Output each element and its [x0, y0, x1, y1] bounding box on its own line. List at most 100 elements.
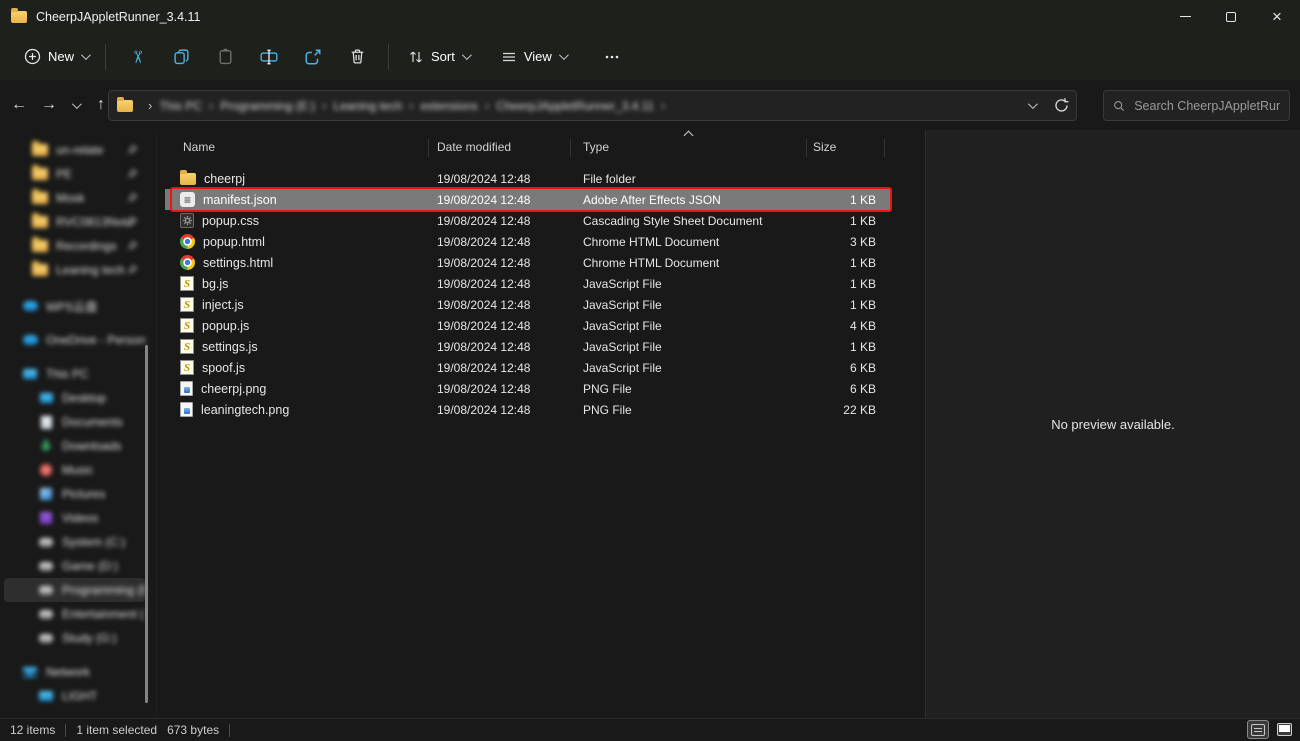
file-row-cheerpj-png[interactable]: cheerpj.png19/08/2024 12:48PNG File6 KB: [165, 378, 890, 399]
column-resize-handle[interactable]: [806, 139, 807, 157]
details-view-button[interactable]: [1247, 720, 1269, 739]
sidebar-item-downloads[interactable]: Downloads: [4, 434, 145, 458]
sidebar-item-study-g[interactable]: Study (G:): [4, 626, 145, 650]
refresh-icon[interactable]: [1053, 97, 1070, 114]
column-header-date-modified[interactable]: Date modified: [437, 140, 511, 154]
file-row-spoof-js[interactable]: Sspoof.js19/08/2024 12:48JavaScript File…: [165, 357, 890, 378]
recent-locations-button[interactable]: [64, 90, 86, 120]
sidebar-item-this-pc[interactable]: This PC: [4, 362, 145, 386]
sidebar-item-documents[interactable]: Documents: [4, 410, 145, 434]
sidebar-item-light[interactable]: LIGHT: [4, 684, 145, 708]
share-button[interactable]: [291, 39, 335, 75]
copy-icon: [173, 48, 190, 65]
file-row-manifest-json[interactable]: ≡manifest.json19/08/2024 12:48Adobe Afte…: [165, 189, 890, 210]
sidebar-item-pictures[interactable]: Pictures: [4, 482, 145, 506]
file-date-modified: 19/08/2024 12:48: [437, 172, 583, 186]
breadcrumb-separator: ›: [409, 99, 413, 112]
breadcrumb-item-this-pc[interactable]: This PC: [159, 99, 202, 113]
sidebar-item-rvc0813nvid[interactable]: RVC0813Nvid: [4, 210, 145, 234]
js-file-icon: S: [180, 276, 194, 291]
file-rows: cheerpj19/08/2024 12:48File folder≡manif…: [165, 162, 890, 420]
sort-button[interactable]: Sort: [398, 43, 479, 71]
file-date-modified: 19/08/2024 12:48: [437, 193, 583, 207]
close-button[interactable]: ×: [1254, 0, 1300, 33]
plus-circle-icon: [24, 48, 41, 65]
file-type: Chrome HTML Document: [583, 235, 806, 249]
sidebar-item-pe[interactable]: PE: [4, 162, 145, 186]
sidebar-item-entertainment-f[interactable]: Entertainment (F:): [4, 602, 145, 626]
back-button[interactable]: ←: [4, 90, 34, 120]
sidebar-item-label: Desktop: [62, 391, 106, 405]
file-date-modified: 19/08/2024 12:48: [437, 361, 583, 375]
maximize-button[interactable]: [1208, 0, 1254, 33]
sidebar-item-label: Game (D:): [62, 559, 118, 573]
address-dropdown-icon[interactable]: [1028, 99, 1038, 109]
file-type: JavaScript File: [583, 361, 806, 375]
sidebar-item-leaning-tech[interactable]: Leaning tech: [4, 258, 145, 282]
column-header-size[interactable]: Size: [813, 140, 836, 154]
sidebar-item-mosk[interactable]: Mosk: [4, 186, 145, 210]
file-row-popup-css[interactable]: popup.css19/08/2024 12:48Cascading Style…: [165, 210, 890, 231]
file-row-cheerpj[interactable]: cheerpj19/08/2024 12:48File folder: [165, 168, 890, 189]
sidebar-item-label: LIGHT: [62, 689, 97, 703]
rename-button[interactable]: [247, 39, 291, 75]
breadcrumb-separator: ›: [485, 99, 489, 112]
file-row-leaningtech-png[interactable]: leaningtech.png19/08/2024 12:48PNG File2…: [165, 399, 890, 420]
file-list-pane: Name Date modified Type Size cheerpj19/0…: [157, 130, 925, 718]
breadcrumb-item-cheerpjappletrunner-3-4-11[interactable]: CheerpJAppletRunner_3.4.11: [496, 99, 654, 113]
file-name-cell: cheerpj: [165, 172, 437, 186]
file-type: File folder: [583, 172, 806, 186]
file-name: spoof.js: [202, 361, 245, 375]
file-row-inject-js[interactable]: Sinject.js19/08/2024 12:48JavaScript Fil…: [165, 294, 890, 315]
address-bar[interactable]: › This PC›Programming (E:)›Leaning tech›…: [108, 90, 1077, 121]
breadcrumb-separator: ›: [661, 99, 665, 112]
view-button[interactable]: View: [491, 43, 576, 71]
sidebar-item-label: Network: [46, 665, 90, 679]
status-divider: [65, 724, 66, 737]
file-row-bg-js[interactable]: Sbg.js19/08/2024 12:48JavaScript File1 K…: [165, 273, 890, 294]
sidebar-item-game-d[interactable]: Game (D:): [4, 554, 145, 578]
file-type: PNG File: [583, 382, 806, 396]
column-resize-handle[interactable]: [884, 139, 885, 157]
minimize-button[interactable]: [1162, 0, 1208, 33]
file-row-popup-js[interactable]: Spopup.js19/08/2024 12:48JavaScript File…: [165, 315, 890, 336]
cut-button[interactable]: ✂: [115, 39, 159, 75]
file-size: 22 KB: [806, 403, 876, 417]
breadcrumb-item-extensions[interactable]: extensions: [420, 99, 477, 113]
breadcrumb-item-leaning-tech[interactable]: Leaning tech: [333, 99, 402, 113]
sidebar-item-programming-e[interactable]: Programming (E:): [4, 578, 145, 602]
breadcrumb-item-programming-e[interactable]: Programming (E:): [220, 99, 315, 113]
file-row-popup-html[interactable]: popup.html19/08/2024 12:48Chrome HTML Do…: [165, 231, 890, 252]
copy-button[interactable]: [159, 39, 203, 75]
file-name-cell: Sspoof.js: [165, 360, 437, 375]
file-row-settings-html[interactable]: settings.html19/08/2024 12:48Chrome HTML…: [165, 252, 890, 273]
file-row-settings-js[interactable]: Ssettings.js19/08/2024 12:48JavaScript F…: [165, 336, 890, 357]
column-resize-handle[interactable]: [428, 139, 429, 157]
sidebar-item-desktop[interactable]: Desktop: [4, 386, 145, 410]
sidebar-scrollbar[interactable]: [145, 345, 148, 703]
file-name-cell: cheerpj.png: [165, 381, 437, 396]
forward-button[interactable]: →: [34, 90, 64, 120]
file-name-cell: Sinject.js: [165, 297, 437, 312]
file-size: 4 KB: [806, 319, 876, 333]
file-name: settings.html: [203, 256, 273, 270]
thumbnail-view-button[interactable]: [1273, 720, 1295, 739]
sidebar-item-wps[interactable]: WPS云盘: [4, 294, 145, 318]
sidebar-item-system-c[interactable]: System (C:): [4, 530, 145, 554]
column-resize-handle[interactable]: [570, 139, 571, 157]
sidebar-item-network[interactable]: Network: [4, 660, 145, 684]
sidebar-item-un-relate[interactable]: un-relate: [4, 138, 145, 162]
search-box[interactable]: [1103, 90, 1290, 121]
delete-button[interactable]: [335, 39, 379, 75]
sidebar-item-onedrive-person[interactable]: OneDrive - Person: [4, 328, 145, 352]
search-input[interactable]: [1134, 99, 1280, 113]
column-header-type[interactable]: Type: [583, 140, 609, 154]
paste-button[interactable]: [203, 39, 247, 75]
sidebar-item-music[interactable]: Music: [4, 458, 145, 482]
sidebar-item-recordings[interactable]: Recordings: [4, 234, 145, 258]
see-more-button[interactable]: [590, 39, 634, 75]
sidebar-item-videos[interactable]: Videos: [4, 506, 145, 530]
new-button[interactable]: New: [16, 42, 96, 71]
column-header-name[interactable]: Name: [183, 140, 215, 154]
file-date-modified: 19/08/2024 12:48: [437, 214, 583, 228]
